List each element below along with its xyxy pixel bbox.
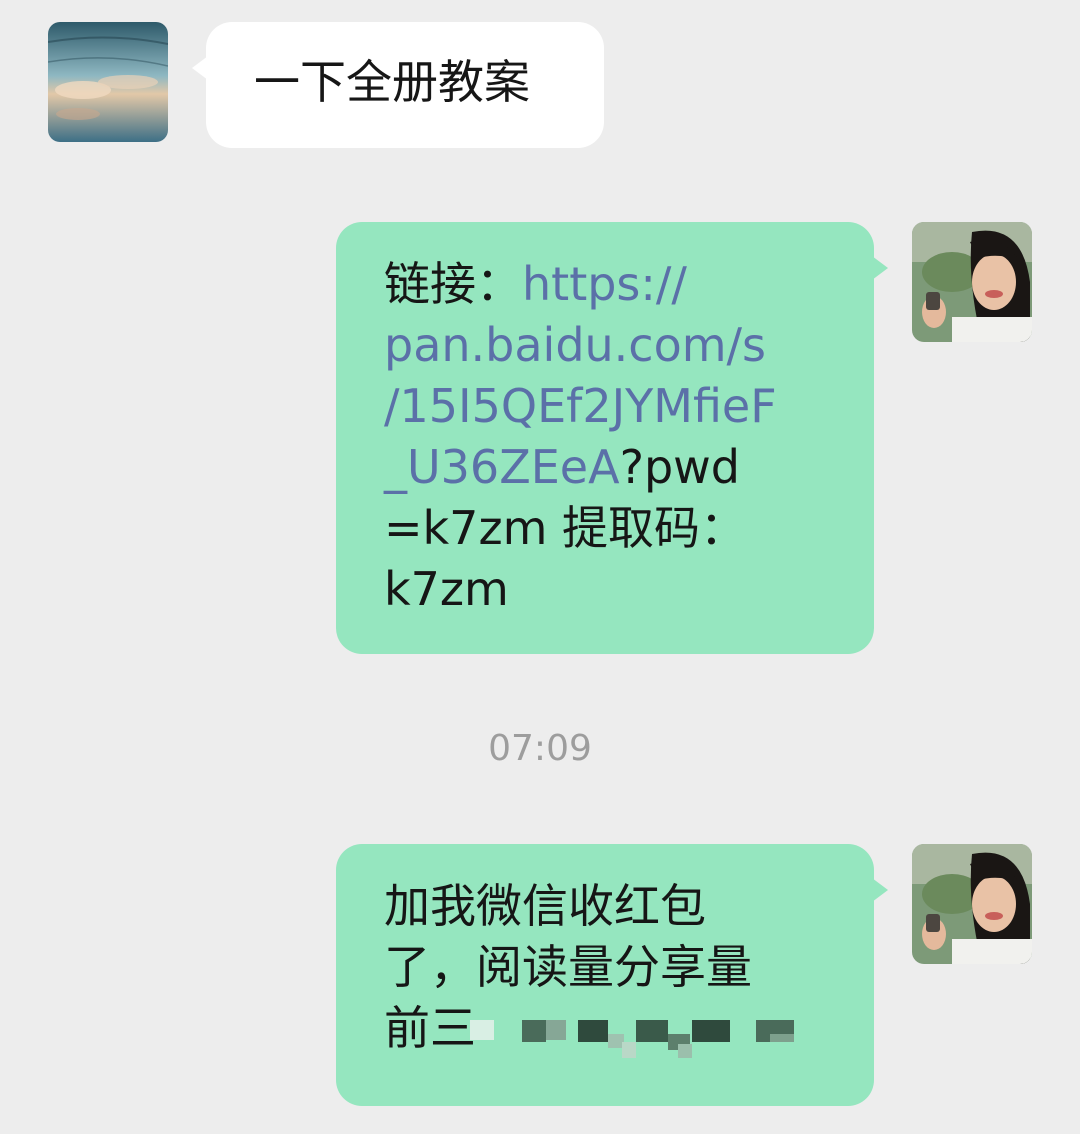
link-part[interactable]: _U36ZEeA: [384, 440, 620, 494]
outgoing-message-bubble[interactable]: 链接：https:// pan.baidu.com/s /15I5QEf2JYM…: [336, 222, 888, 654]
outgoing-message-bubble[interactable]: 加我微信收红包 了，阅读量分享量 前三: [336, 844, 888, 1106]
portrait-photo: [912, 222, 1032, 342]
password-value: k7zm: [384, 562, 509, 616]
pixelated-redaction: [470, 1020, 794, 1058]
password-line: =k7zm 提取码：: [384, 501, 747, 555]
self-avatar[interactable]: [912, 844, 1032, 964]
contact-avatar[interactable]: [48, 22, 168, 142]
link-part[interactable]: /15I5QEf2JYMfieF: [384, 376, 828, 437]
link-part[interactable]: pan.baidu.com/s: [384, 315, 828, 376]
message-timestamp: 07:09: [488, 728, 592, 769]
link-query: ?pwd: [619, 440, 740, 494]
link-prefix: 链接：: [384, 257, 522, 311]
incoming-message-bubble[interactable]: 一下全册教案: [192, 22, 604, 148]
link-part[interactable]: https://: [522, 257, 687, 311]
message-text: 一下全册教案: [254, 55, 530, 109]
portrait-photo: [912, 844, 1032, 964]
sky-photo: [48, 22, 168, 142]
message-text-line: 加我微信收红包: [384, 879, 706, 933]
self-avatar[interactable]: [912, 222, 1032, 342]
message-text-line: 了，阅读量分享量: [384, 940, 752, 994]
